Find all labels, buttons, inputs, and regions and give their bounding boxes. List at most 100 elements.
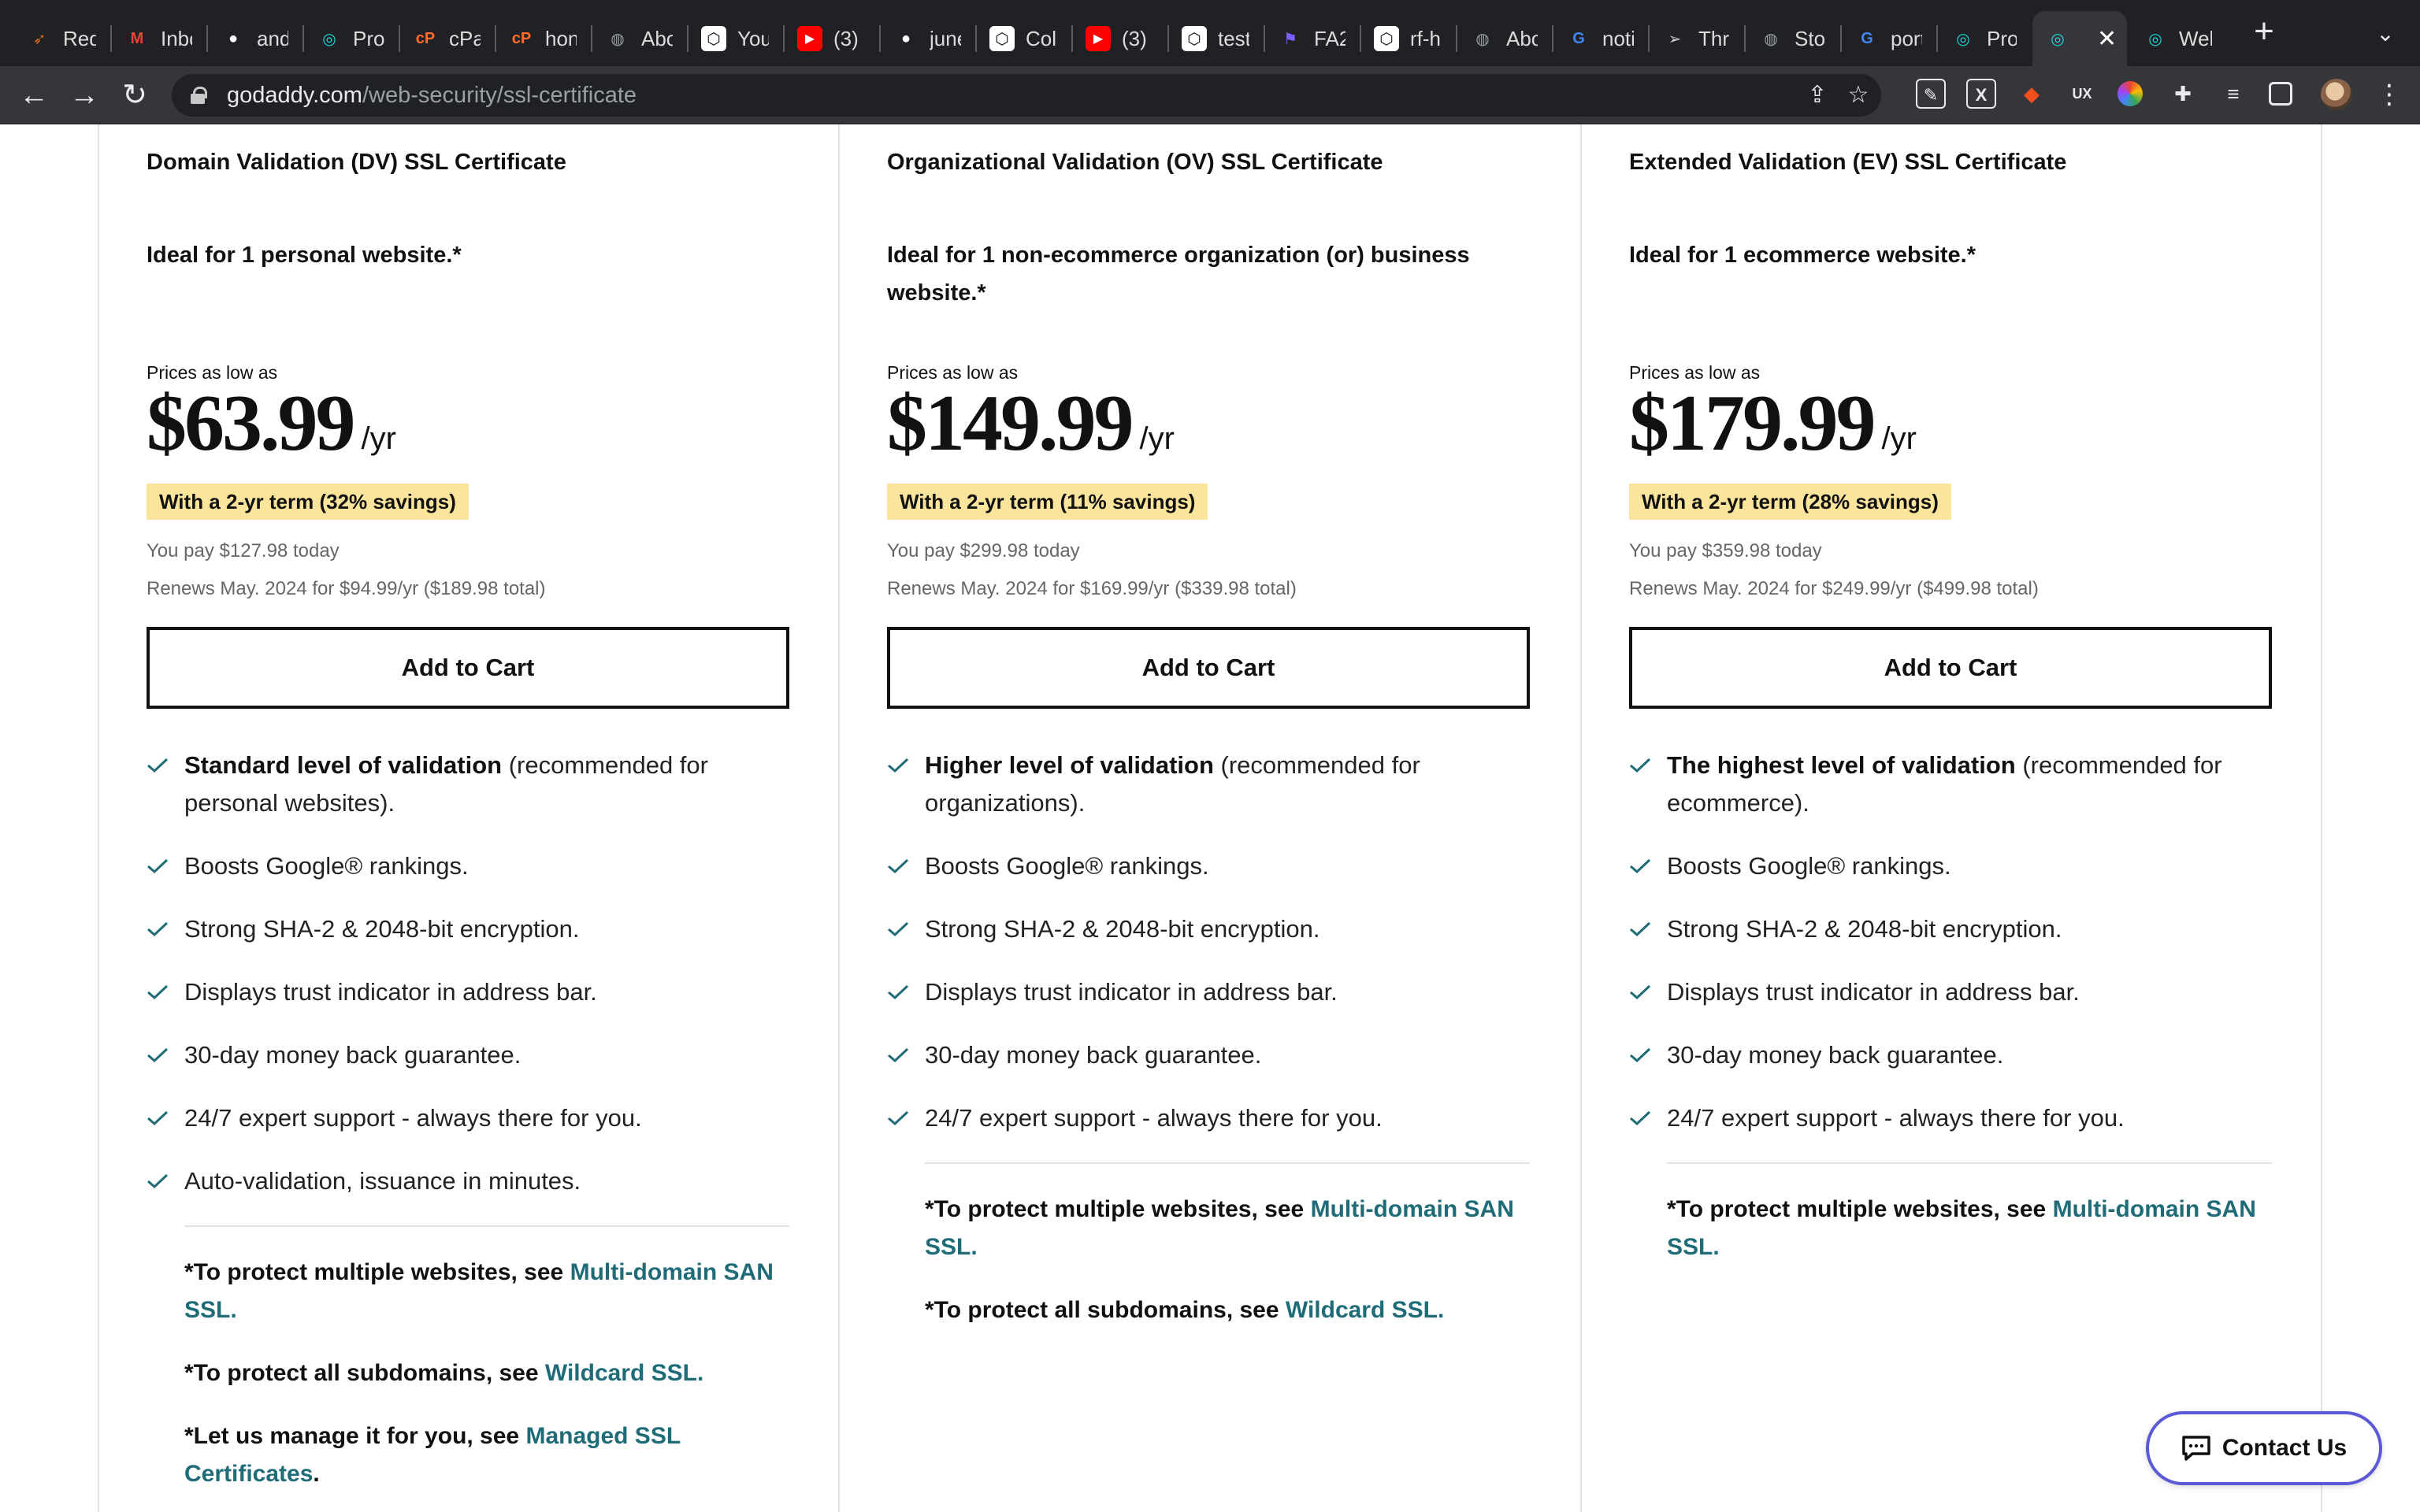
back-arrow-icon[interactable]: ← (14, 76, 54, 115)
feature-text: Displays trust indicator in address bar. (184, 978, 597, 1006)
forward-arrow-icon[interactable]: → (65, 76, 104, 115)
side-panel-icon[interactable] (2269, 82, 2292, 106)
extension-edit-icon[interactable]: ✎ (1916, 79, 1946, 109)
browser-tab[interactable]: ▶ (3) (1073, 11, 1166, 66)
pay-today-text: You pay $299.98 today (887, 540, 1080, 561)
godaddy-icon: ◎ (1956, 30, 1970, 48)
browser-tab[interactable]: ◎ Wel (2130, 11, 2225, 66)
codepen-icon: ⬡ (989, 26, 1015, 51)
browser-tab[interactable]: cP cPa (400, 11, 493, 66)
renewal-text: Renews May. 2024 for $169.99/yr ($339.98… (887, 578, 1297, 599)
tab-title: noti (1602, 26, 1634, 50)
tab-title: Thr (1698, 26, 1729, 50)
extension-x-icon[interactable]: X (1966, 79, 1996, 109)
puzzle-extensions-icon[interactable]: ✚ (2168, 79, 2198, 109)
check-icon (1630, 921, 1651, 937)
tab-title: port (1891, 26, 1922, 50)
lock-icon[interactable] (191, 87, 207, 104)
google-icon: G (1861, 29, 1873, 47)
address-bar[interactable]: godaddy.com /web-security/ssl-certificat… (172, 74, 1881, 117)
ux-extension-icon[interactable]: UX (2067, 79, 2097, 109)
browser-tab[interactable]: ◎ Pro (1938, 11, 2029, 66)
plan-title: Extended Validation (EV) SSL Certificate (1629, 150, 2067, 175)
price-row: $179.99 /yr (1629, 383, 1917, 465)
feature-text: 30-day money back guarantee. (184, 1041, 521, 1069)
price-period: /yr (1139, 421, 1175, 456)
browser-tab[interactable]: ⬡ You (689, 11, 781, 66)
feature-item: Standard level of validation (recommende… (147, 747, 789, 822)
media-queue-icon[interactable]: ≡ (2218, 79, 2248, 109)
browser-tab[interactable]: ◎ Pro (304, 11, 397, 66)
savings-badge: With a 2-yr term (32% savings) (147, 484, 469, 520)
codepen-icon: ⬡ (1374, 26, 1399, 51)
browser-tab[interactable]: ● june (881, 11, 974, 66)
tab-search-chevron-icon[interactable]: ⌄ (2371, 20, 2400, 49)
tab-separator (1456, 25, 1457, 52)
browser-menu-icon[interactable]: ⋮ (2376, 77, 2403, 112)
footnote-link[interactable]: Wildcard SSL. (545, 1360, 703, 1386)
bookmark-star-icon[interactable]: ☆ (1843, 80, 1873, 110)
browser-tab[interactable]: ⬡ Coll (977, 11, 1070, 66)
add-to-cart-button[interactable]: Add to Cart (887, 627, 1530, 709)
check-icon (888, 921, 909, 937)
add-to-cart-button[interactable]: Add to Cart (147, 627, 789, 709)
check-icon (888, 858, 909, 874)
notes-divider (925, 1162, 1530, 1164)
codepen-icon: ⬡ (701, 26, 726, 51)
check-icon (1630, 984, 1651, 1000)
browser-tab[interactable]: ◎S✕ (2032, 11, 2127, 66)
check-icon (147, 758, 169, 773)
close-tab-icon[interactable]: ✕ (2097, 25, 2117, 53)
feature-item: Displays trust indicator in address bar. (887, 973, 1530, 1011)
price-row: $63.99 /yr (147, 383, 396, 465)
feature-item: Displays trust indicator in address bar. (147, 973, 789, 1011)
check-icon (1630, 858, 1651, 874)
chat-bubble-icon (2182, 1436, 2210, 1461)
browser-tab[interactable]: Gport (1842, 11, 1935, 66)
tab-title: cPa (449, 26, 481, 50)
browser-tab[interactable]: ◍ Abo (1457, 11, 1550, 66)
browser-tab[interactable]: ◍ Abo (592, 11, 685, 66)
google-icon: G (1572, 29, 1585, 47)
browser-tab[interactable]: M Inbc (112, 11, 205, 66)
browser-tab[interactable]: Gnoti (1553, 11, 1646, 66)
tab-title: Pro (353, 26, 384, 50)
tab-title: Inbc (161, 26, 192, 50)
footnote-link[interactable]: Wildcard SSL. (1286, 1297, 1444, 1323)
browser-tab[interactable]: cP hon (496, 11, 589, 66)
browser-tab[interactable]: ⚑ FA2 (1265, 11, 1358, 66)
browser-tab[interactable]: ● and (208, 11, 301, 66)
new-tab-icon[interactable]: + (2247, 14, 2281, 50)
renewal-text: Renews May. 2024 for $249.99/yr ($499.98… (1629, 578, 2039, 599)
tab-title: Abo (1506, 26, 1538, 50)
browser-tab[interactable]: ➶ Red (14, 11, 109, 66)
paper-plane-icon: ➢ (1668, 30, 1682, 48)
browser-tab[interactable]: ▶ (3) (785, 11, 878, 66)
feature-item: 30-day money back guarantee. (887, 1036, 1530, 1074)
tab-title: Wel (2179, 26, 2212, 50)
profile-avatar[interactable] (2321, 79, 2352, 110)
codepen-icon: ⬡ (1182, 26, 1207, 51)
feature-list: The highest level of validation (recomme… (1629, 747, 2272, 1162)
contact-us-button[interactable]: Contact Us (2146, 1411, 2382, 1485)
tab-separator (206, 25, 208, 52)
footnote: *To protect multiple websites, see Multi… (925, 1191, 1539, 1266)
browser-tab[interactable]: ➢ Thr (1650, 11, 1743, 66)
tab-separator (591, 25, 592, 52)
figma-extension-icon[interactable]: ◆ (2017, 79, 2047, 109)
tab-title: rf-h (1410, 26, 1441, 50)
browser-tab[interactable]: ⬡ rf-h (1361, 11, 1454, 66)
reload-icon[interactable]: ↻ (115, 76, 154, 115)
tab-separator (879, 25, 881, 52)
feature-item: Auto-validation, issuance in minutes. (147, 1162, 789, 1200)
ssl-pricing-page: Domain Validation (DV) SSL Certificate I… (0, 124, 2420, 1512)
color-picker-extension-icon[interactable] (2118, 81, 2143, 106)
browser-tab[interactable]: ⬡ test (1169, 11, 1262, 66)
plan-title: Domain Validation (DV) SSL Certificate (147, 150, 566, 175)
share-icon[interactable]: ⇪ (1802, 80, 1832, 110)
browser-tab[interactable]: ◍ Sto (1746, 11, 1839, 66)
add-to-cart-button[interactable]: Add to Cart (1629, 627, 2272, 709)
footnote: *To protect multiple websites, see Multi… (184, 1254, 799, 1329)
feature-text: Strong SHA-2 & 2048-bit encryption. (925, 915, 1320, 943)
footnote: *Let us manage it for you, see Managed S… (184, 1418, 799, 1493)
